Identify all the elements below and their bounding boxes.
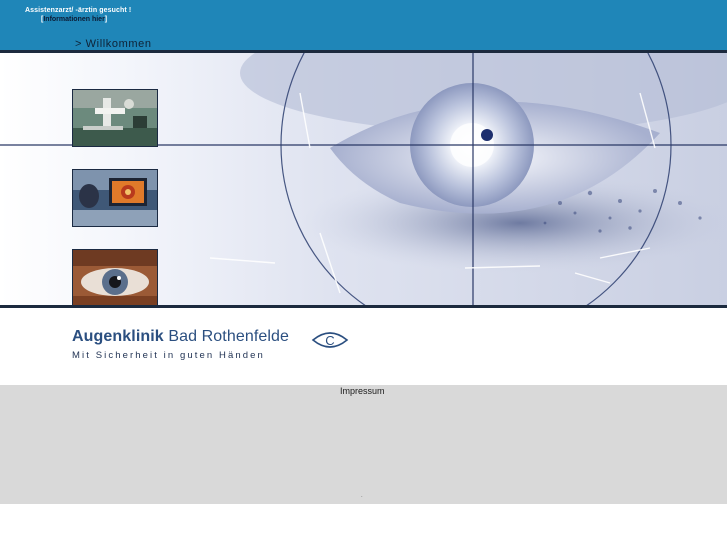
hero-border-bottom	[0, 305, 727, 308]
footer-area	[0, 385, 727, 504]
emblem-letter: C	[325, 333, 334, 348]
bracket-close: ]	[104, 16, 108, 23]
thumb-eye-closeup[interactable]	[72, 249, 158, 306]
hero-eye-banner	[0, 53, 727, 306]
clinic-name: Augenklinik Bad Rothenfelde	[72, 328, 289, 346]
monitor-image	[73, 170, 157, 226]
eye-closeup-image	[73, 250, 157, 306]
welcome-nav-link[interactable]: > Willkommen	[75, 38, 152, 50]
job-link-wrapper: [Informationen hier]	[41, 16, 107, 23]
microscope-image	[73, 90, 157, 146]
thumb-eye-scan-monitor[interactable]	[72, 169, 158, 227]
thumb-microscope[interactable]	[72, 89, 158, 147]
footer-dot: .	[361, 493, 363, 499]
eye-emblem-icon: C	[311, 329, 349, 356]
clinic-name-rest: Bad Rothenfelde	[163, 328, 290, 345]
clinic-name-bold: Augenklinik	[72, 328, 164, 345]
clinic-slogan: Mit Sicherheit in guten Händen	[72, 350, 265, 361]
clinic-logo: Augenklinik Bad Rothenfelde Mit Sicherhe…	[72, 328, 289, 361]
job-info-link[interactable]: Informationen hier	[43, 16, 104, 23]
job-notice: Assistenzarzt/ -ärztin gesucht !	[25, 7, 132, 14]
impressum-link[interactable]: Impressum	[340, 386, 385, 396]
